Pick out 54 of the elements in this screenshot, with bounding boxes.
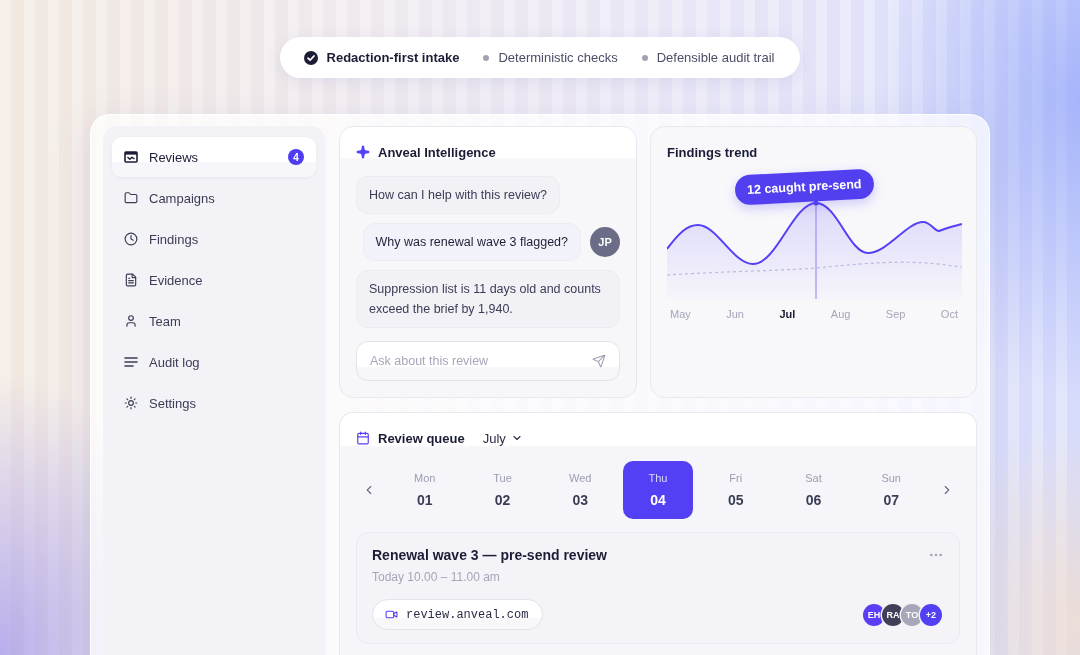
- day-item[interactable]: Sat 06: [778, 461, 849, 519]
- sidebar-item[interactable]: Campaigns: [112, 178, 316, 218]
- bullet-dot-icon: [483, 54, 490, 61]
- sidebar-item[interactable]: Evidence: [112, 260, 316, 300]
- highlight-label: Deterministic checks: [498, 50, 618, 65]
- check-circle-icon: [303, 50, 318, 65]
- video-camera-icon: [385, 608, 398, 621]
- document-icon: [124, 273, 138, 287]
- count-badge: 4: [288, 149, 304, 165]
- person-icon: [124, 314, 138, 328]
- axis-label: Aug: [830, 308, 851, 320]
- more-attendees-badge: +2: [920, 603, 942, 626]
- panel-title: Findings trend: [667, 144, 758, 160]
- bullet-dot-icon: [641, 54, 648, 61]
- axis-label: May: [670, 308, 691, 320]
- folder-icon: [124, 191, 138, 205]
- inbox-icon: [124, 150, 138, 164]
- panel-title: Review queue: [378, 430, 465, 446]
- event-title: Renewal wave 3 — pre-send review: [372, 546, 607, 564]
- user-message: Why was renewal wave 3 flagged?: [362, 223, 581, 261]
- sidebar-item[interactable]: Team: [112, 301, 316, 341]
- assistant-message: Suppression list is 11 days old and counts exceed the brief by 1,940.: [356, 270, 620, 328]
- day-item[interactable]: Mon 01: [389, 461, 460, 519]
- meeting-link[interactable]: review.anveal.com: [372, 599, 544, 630]
- attendee-avatar: RA: [882, 603, 904, 626]
- user-avatar: JP: [590, 227, 620, 257]
- day-item[interactable]: Wed 03: [545, 461, 616, 519]
- sidebar-item[interactable]: Reviews 4: [112, 137, 316, 177]
- highlight-label: Defensible audit trail: [656, 50, 775, 65]
- attendee-avatar: TO: [901, 603, 923, 626]
- calendar-icon: [356, 431, 370, 445]
- day-item[interactable]: Sun 07: [856, 461, 927, 519]
- day-item[interactable]: Thu 04: [623, 461, 693, 519]
- attendee-avatar: EH: [863, 603, 885, 626]
- assistant-message: How can I help with this review?: [356, 176, 560, 214]
- panel-title: Anveal Intelligence: [378, 144, 496, 160]
- axis-label: Oct: [940, 308, 958, 320]
- clock-icon: [124, 232, 138, 246]
- day-item[interactable]: Fri 05: [700, 461, 771, 519]
- axis-label: Jun: [726, 308, 744, 320]
- day-item[interactable]: Tue 02: [467, 461, 538, 519]
- axis-label: Jul: [779, 308, 796, 320]
- sidebar-item[interactable]: Audit log: [112, 342, 316, 382]
- chat-input[interactable]: Ask about this review: [356, 341, 620, 381]
- lines-icon: [124, 355, 138, 369]
- highlight-label: Redaction-first intake: [326, 50, 460, 65]
- event-time: Today 10.00 – 11.00 am: [372, 569, 500, 585]
- month-select[interactable]: July: [482, 430, 523, 446]
- send-icon[interactable]: [592, 354, 606, 368]
- sun-icon: [124, 396, 138, 410]
- axis-label: Sep: [885, 308, 906, 320]
- sparkle-icon: [356, 145, 370, 159]
- sidebar-item[interactable]: Findings: [112, 219, 316, 259]
- sidebar-item[interactable]: Settings: [112, 383, 316, 423]
